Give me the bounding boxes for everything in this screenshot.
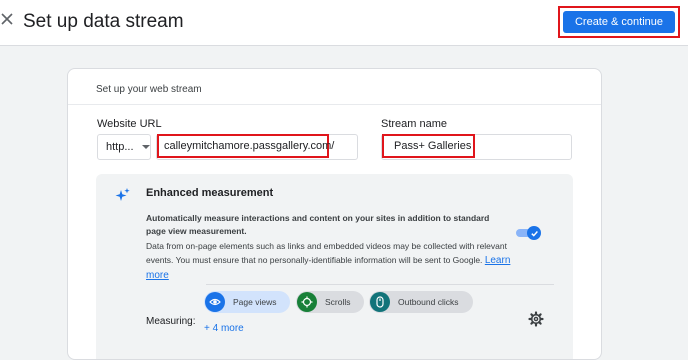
chevron-down-icon [141,145,150,149]
stream-name-label: Stream name [381,118,448,130]
mouse-icon [370,292,390,312]
stream-name-value: Pass+ Galleries [394,140,472,152]
create-button-highlight: Create & continue [558,6,680,38]
enhanced-measurement-panel: Enhanced measurement Automatically measu… [96,174,573,359]
note-text: Data from on-page elements such as links… [146,241,507,265]
website-url-label: Website URL [97,118,162,130]
sparkle-icon [113,187,131,210]
chip-outbound-clicks: Outbound clicks [369,291,473,313]
chip-label: Page views [233,297,277,307]
divider [206,284,554,285]
enhanced-measurement-toggle[interactable] [516,226,542,240]
chip-label: Scrolls [325,297,351,307]
website-url-input[interactable]: calleymitchamore.passgallery.com/ [156,134,358,160]
divider [68,104,601,105]
create-continue-button[interactable]: Create & continue [563,11,675,33]
enhanced-measurement-title: Enhanced measurement [146,187,274,199]
enhanced-description: Automatically measure interactions and c… [146,213,490,236]
eye-icon [205,292,225,312]
check-icon [527,226,541,240]
more-events-link[interactable]: + 4 more [204,323,244,334]
chip-label: Outbound clicks [398,297,459,307]
enhanced-note: Data from on-page elements such as links… [146,239,511,283]
protocol-value: http... [106,141,134,153]
close-icon[interactable] [0,12,14,32]
stream-name-highlight: Pass+ Galleries [382,134,475,158]
gear-icon[interactable] [528,311,544,332]
card-title: Set up your web stream [96,84,202,95]
chip-scrolls: Scrolls [296,291,364,313]
protocol-select[interactable]: http... [97,134,151,160]
web-stream-card: Set up your web stream Website URL http.… [67,68,602,360]
chip-page-views: Page views [204,291,290,313]
page-title: Set up data stream [23,11,184,32]
crosshair-icon [297,292,317,312]
url-value-highlight: calleymitchamore.passgallery.com/ [157,134,334,158]
stream-name-input[interactable]: Pass+ Galleries [381,134,572,160]
url-value: calleymitchamore.passgallery.com/ [164,140,335,152]
top-bar: Set up data stream Create & continue [0,0,688,46]
measuring-label: Measuring: [146,316,196,327]
